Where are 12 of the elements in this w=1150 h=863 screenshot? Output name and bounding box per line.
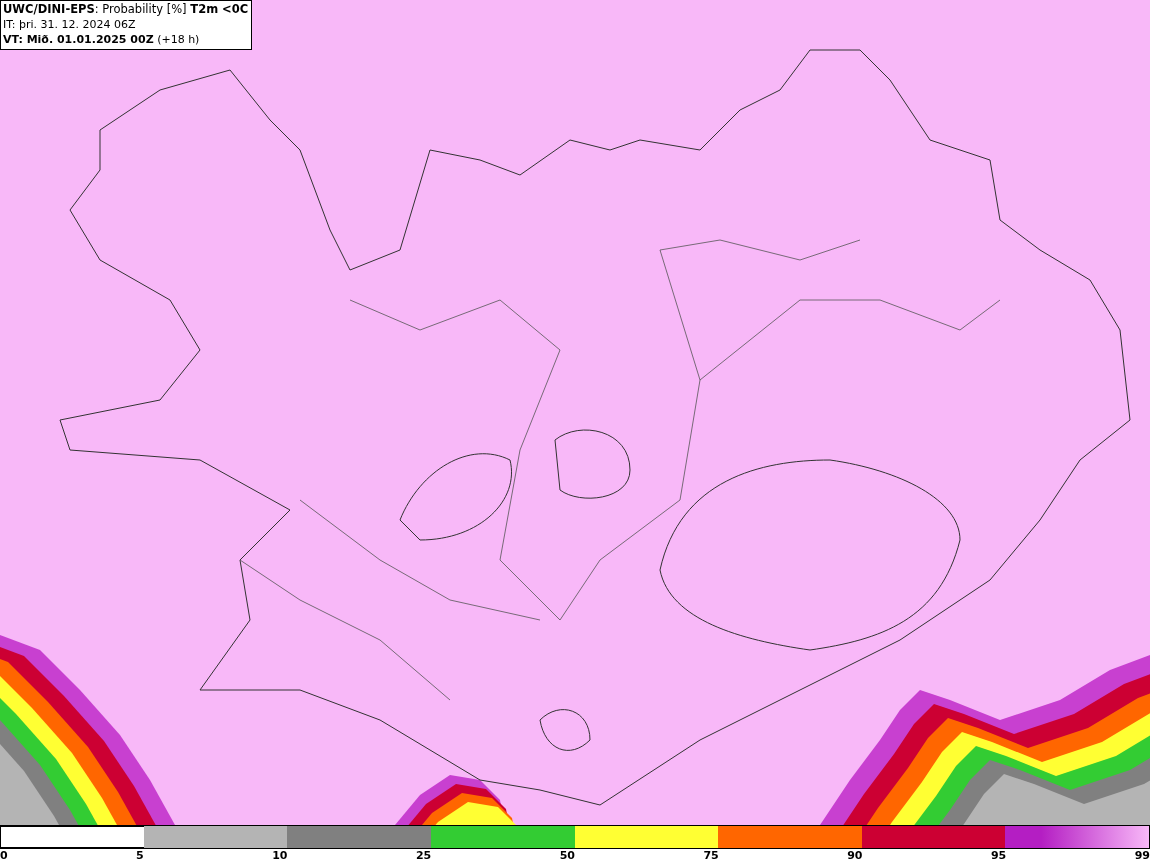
map-title: UWC/DINI-EPS: Probability [%] T2m <0C <box>3 2 249 17</box>
legend-label: 50 <box>559 849 575 863</box>
legend-label: 10 <box>272 849 288 863</box>
legend-label: 75 <box>703 849 719 863</box>
legend-label: 5 <box>136 849 144 863</box>
issue-time: IT: þri. 31. 12. 2024 06Z <box>3 17 137 32</box>
legend-label: 99 <box>1134 849 1150 863</box>
legend-label: 95 <box>990 849 1007 863</box>
legend-label: 25 <box>415 849 432 863</box>
valid-time: VT: Mið. 01.01.2025 00Z (+18 h) <box>3 32 201 47</box>
legend-label: 90 <box>847 849 863 863</box>
legend-label: 0 <box>0 849 8 863</box>
